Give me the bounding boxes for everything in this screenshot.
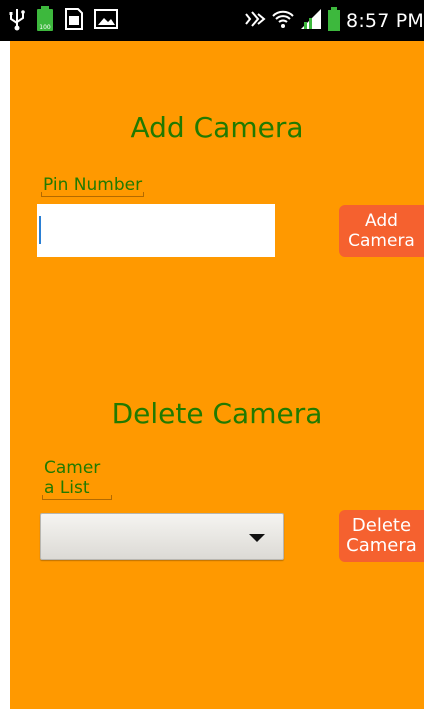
add-camera-button-line1: Add bbox=[365, 211, 398, 231]
camera-list-label-line1: Camer bbox=[44, 458, 101, 478]
pin-number-label: Pin Number bbox=[41, 175, 145, 197]
app-screen: Add Camera Pin Number Add Camera Delete … bbox=[10, 41, 424, 709]
add-camera-button-line2: Camera bbox=[348, 231, 415, 251]
status-bar-right: 8:57 PM bbox=[244, 7, 424, 35]
wifi-icon bbox=[272, 8, 294, 34]
battery-icon bbox=[328, 7, 341, 35]
delete-camera-button-line2: Camera bbox=[346, 535, 417, 556]
usb-icon bbox=[8, 7, 26, 35]
dropdown-arrow-icon bbox=[249, 534, 265, 542]
camera-list-label-line2: a List bbox=[44, 478, 90, 498]
status-bar: 100 8:57 PM bbox=[0, 0, 424, 41]
image-icon bbox=[94, 9, 118, 33]
text-cursor bbox=[39, 216, 41, 244]
camera-list-dropdown[interactable] bbox=[40, 513, 284, 560]
status-bar-left: 100 bbox=[8, 6, 118, 36]
delete-camera-button-line1: Delete bbox=[351, 515, 412, 536]
status-time: 8:57 PM bbox=[346, 10, 424, 32]
nfc-icon bbox=[244, 10, 266, 32]
pin-number-input[interactable] bbox=[37, 204, 275, 257]
add-camera-title: Add Camera bbox=[130, 111, 304, 144]
battery-full-icon: 100 bbox=[36, 6, 54, 36]
add-camera-button[interactable]: Add Camera bbox=[339, 205, 424, 257]
delete-camera-title: Delete Camera bbox=[111, 397, 323, 430]
signal-icon bbox=[300, 8, 322, 34]
sim-card-icon bbox=[64, 7, 84, 35]
delete-camera-button[interactable]: Delete Camera bbox=[339, 510, 424, 562]
camera-list-label: Camer a List bbox=[42, 458, 112, 500]
svg-text:100: 100 bbox=[39, 24, 51, 31]
